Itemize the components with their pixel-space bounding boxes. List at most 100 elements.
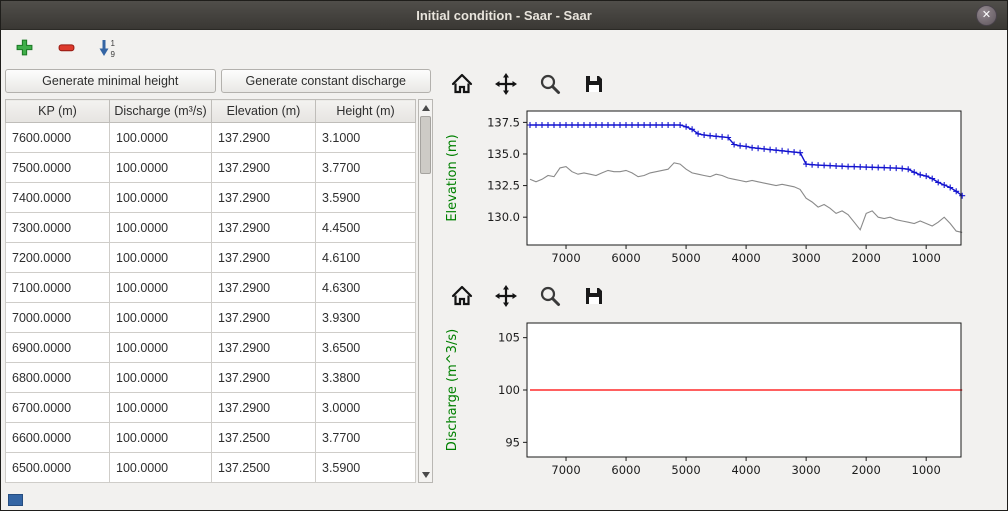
table-cell[interactable]: 100.0000 — [110, 273, 212, 303]
svg-text:6000: 6000 — [611, 251, 640, 265]
table-cell[interactable]: 137.2900 — [212, 153, 316, 183]
table-cell[interactable]: 137.2900 — [212, 363, 316, 393]
table-cell[interactable]: 7500.0000 — [6, 153, 110, 183]
table-cell[interactable]: 4.6300 — [316, 273, 416, 303]
table-cell[interactable]: 3.1000 — [316, 123, 416, 153]
discharge-save-button[interactable] — [581, 283, 607, 309]
table-cell[interactable]: 137.2900 — [212, 303, 316, 333]
table-cell[interactable]: 137.2900 — [212, 333, 316, 363]
table-cell[interactable]: 137.2900 — [212, 393, 316, 423]
scrollbar-up-arrow-icon[interactable] — [419, 101, 432, 114]
table-cell[interactable]: 7400.0000 — [6, 183, 110, 213]
table-cell[interactable]: 7200.0000 — [6, 243, 110, 273]
column-header[interactable]: Elevation (m) — [212, 100, 316, 123]
table-cell[interactable]: 100.0000 — [110, 363, 212, 393]
elevation-pan-button[interactable] — [493, 71, 519, 97]
discharge-home-button[interactable] — [449, 283, 475, 309]
column-header[interactable]: KP (m) — [6, 100, 110, 123]
svg-text:4000: 4000 — [731, 251, 760, 265]
table-cell[interactable]: 3.3800 — [316, 363, 416, 393]
svg-text:3000: 3000 — [791, 463, 820, 477]
table-cell[interactable]: 3.5900 — [316, 453, 416, 483]
save-icon — [582, 284, 606, 308]
table-cell[interactable]: 137.2900 — [212, 213, 316, 243]
remove-row-button[interactable] — [53, 34, 79, 60]
table-cell[interactable]: 4.6100 — [316, 243, 416, 273]
elevation-home-button[interactable] — [449, 71, 475, 97]
scrollbar-thumb[interactable] — [420, 116, 431, 174]
table-cell[interactable]: 6600.0000 — [6, 423, 110, 453]
table-cell[interactable]: 6500.0000 — [6, 453, 110, 483]
table-cell[interactable]: 137.2900 — [212, 123, 316, 153]
sort-button[interactable]: 1 9 — [95, 34, 121, 60]
add-row-button[interactable] — [11, 34, 37, 60]
generate-minimal-height-button[interactable]: Generate minimal height — [5, 69, 216, 93]
table-cell[interactable]: 100.0000 — [110, 123, 212, 153]
table-cell[interactable]: 100.0000 — [110, 333, 212, 363]
table-cell[interactable]: 100.0000 — [110, 153, 212, 183]
generate-constant-discharge-button[interactable]: Generate constant discharge — [221, 69, 432, 93]
table-row: 7100.0000100.0000137.29004.6300 — [6, 273, 416, 303]
svg-text:2000: 2000 — [852, 463, 881, 477]
table-cell[interactable]: 7100.0000 — [6, 273, 110, 303]
table-cell[interactable]: 3.7700 — [316, 423, 416, 453]
table-scrollbar[interactable] — [418, 99, 433, 483]
table-cell[interactable]: 6700.0000 — [6, 393, 110, 423]
close-icon: ✕ — [982, 9, 991, 21]
table-cell[interactable]: 3.7700 — [316, 153, 416, 183]
table-cell[interactable]: 100.0000 — [110, 183, 212, 213]
table-cell[interactable]: 137.2900 — [212, 183, 316, 213]
table-row: 7000.0000100.0000137.29003.9300 — [6, 303, 416, 333]
elevation-zoom-button[interactable] — [537, 71, 563, 97]
table-cell[interactable]: 3.0000 — [316, 393, 416, 423]
table-cell[interactable]: 3.5900 — [316, 183, 416, 213]
discharge-plot-canvas[interactable]: 700060005000400030002000100095100105Disc… — [441, 315, 1003, 487]
zoom-icon — [538, 72, 562, 96]
svg-text:Discharge (m^3/s): Discharge (m^3/s) — [445, 329, 460, 451]
elevation-save-button[interactable] — [581, 71, 607, 97]
home-icon — [450, 72, 474, 96]
table-cell[interactable]: 4.4500 — [316, 213, 416, 243]
table-body: 7600.0000100.0000137.29003.10007500.0000… — [6, 123, 416, 483]
table-row: 6700.0000100.0000137.29003.0000 — [6, 393, 416, 423]
table-cell[interactable]: 100.0000 — [110, 453, 212, 483]
table-cell[interactable]: 137.2900 — [212, 273, 316, 303]
home-icon — [450, 284, 474, 308]
table-cell[interactable]: 100.0000 — [110, 393, 212, 423]
table-cell[interactable]: 100.0000 — [110, 423, 212, 453]
table-cell[interactable]: 7300.0000 — [6, 213, 110, 243]
svg-text:5000: 5000 — [671, 251, 700, 265]
svg-text:1000: 1000 — [912, 251, 941, 265]
table-cell[interactable]: 3.6500 — [316, 333, 416, 363]
table-cell[interactable]: 6800.0000 — [6, 363, 110, 393]
initial-condition-window: Initial condition - Saar - Saar ✕ 1 9 — [0, 0, 1008, 511]
table-cell[interactable]: 7600.0000 — [6, 123, 110, 153]
svg-text:7000: 7000 — [551, 463, 580, 477]
scrollbar-down-arrow-icon[interactable] — [419, 468, 432, 481]
svg-text:5000: 5000 — [671, 463, 700, 477]
table-row: 7300.0000100.0000137.29004.4500 — [6, 213, 416, 243]
table-cell[interactable]: 100.0000 — [110, 303, 212, 333]
table-cell[interactable]: 3.9300 — [316, 303, 416, 333]
table-cell[interactable]: 100.0000 — [110, 213, 212, 243]
svg-text:9: 9 — [111, 50, 116, 58]
column-header[interactable]: Height (m) — [316, 100, 416, 123]
close-button[interactable]: ✕ — [976, 5, 997, 26]
discharge-pan-button[interactable] — [493, 283, 519, 309]
svg-text:1: 1 — [111, 39, 116, 48]
table-cell[interactable]: 137.2500 — [212, 423, 316, 453]
column-header[interactable]: Discharge (m³/s) — [110, 100, 212, 123]
svg-text:7000: 7000 — [551, 251, 580, 265]
table-cell[interactable]: 137.2500 — [212, 453, 316, 483]
table-cell[interactable]: 6900.0000 — [6, 333, 110, 363]
titlebar[interactable]: Initial condition - Saar - Saar ✕ — [1, 1, 1007, 30]
sort-icon: 1 9 — [97, 37, 119, 58]
table-cell[interactable]: 137.2900 — [212, 243, 316, 273]
discharge-zoom-button[interactable] — [537, 283, 563, 309]
table-cell[interactable]: 100.0000 — [110, 243, 212, 273]
discharge-plot-toolbar — [441, 281, 1007, 311]
table-cell[interactable]: 7000.0000 — [6, 303, 110, 333]
plus-icon — [15, 38, 34, 57]
svg-text:95: 95 — [505, 435, 520, 449]
elevation-plot-canvas[interactable]: 7000600050004000300020001000130.0132.513… — [441, 103, 1003, 275]
